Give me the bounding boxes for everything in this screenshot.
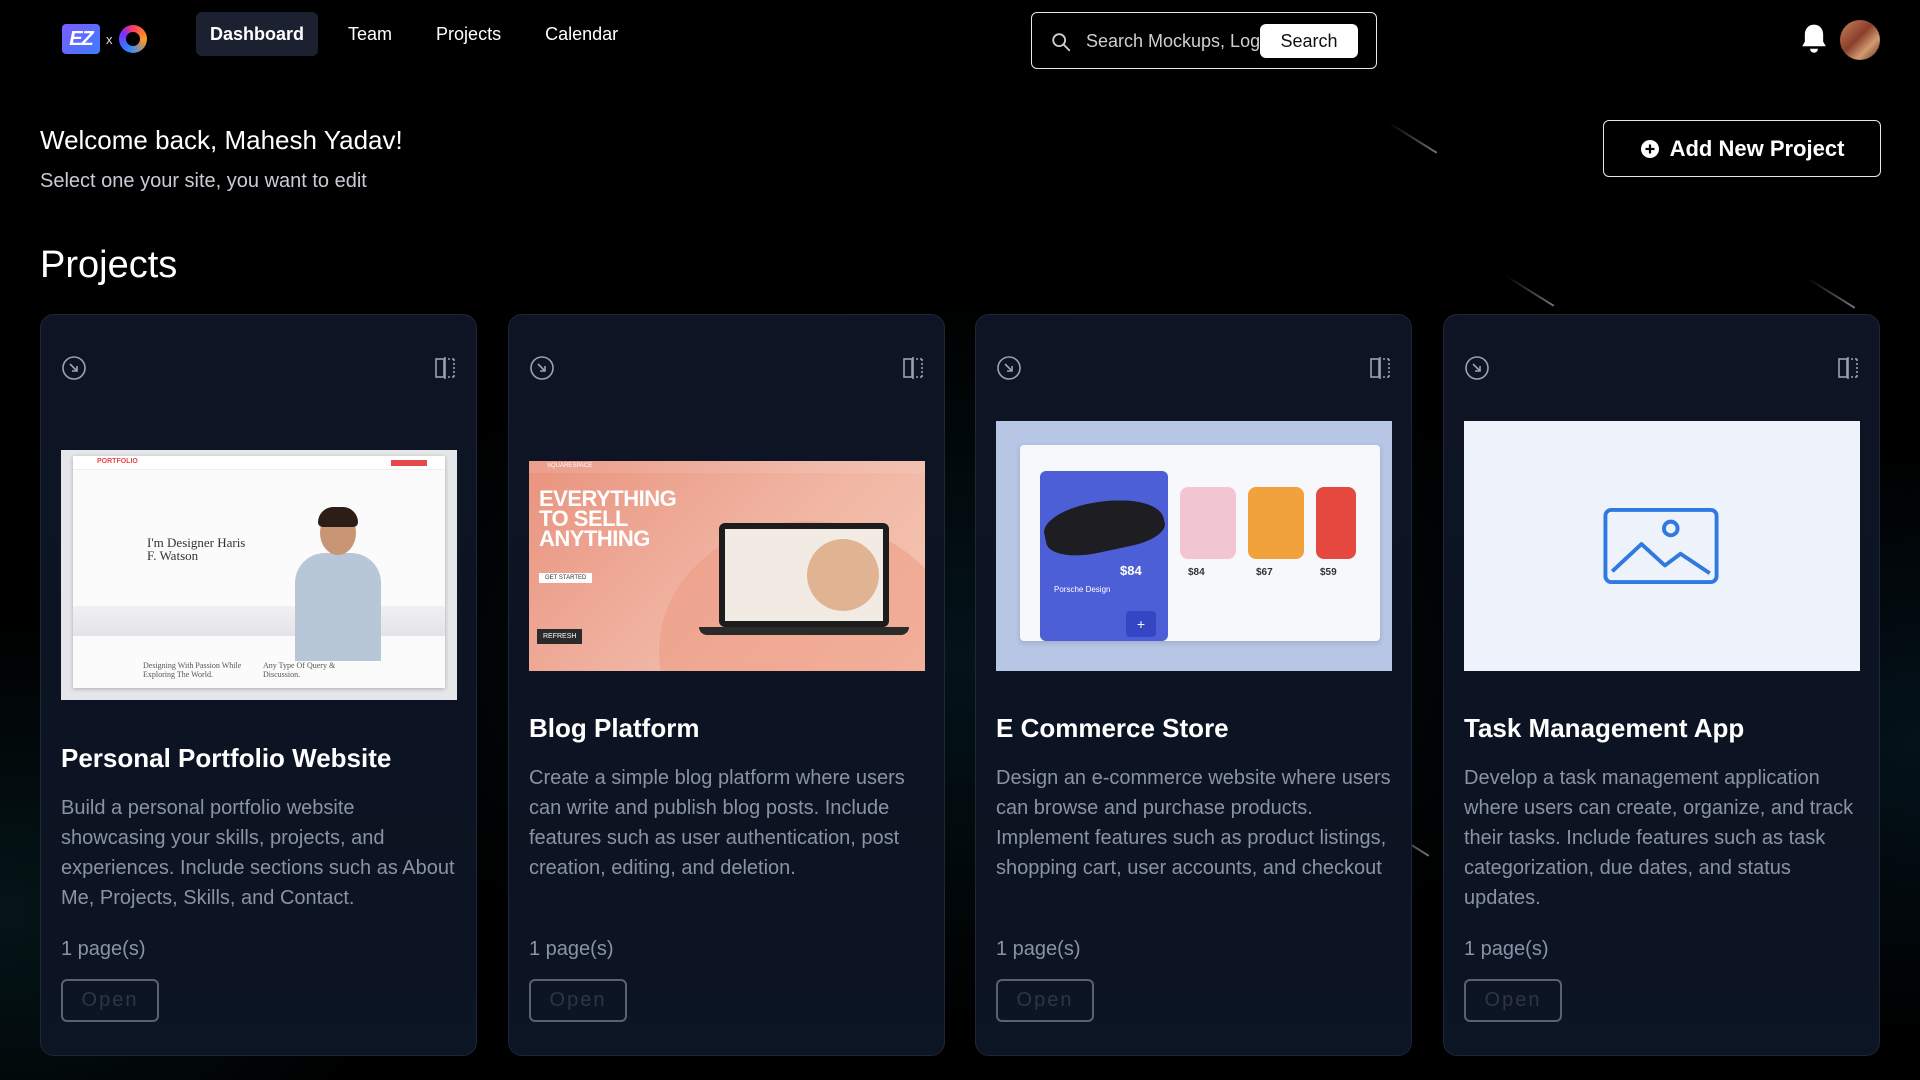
open-project-button[interactable]: Open (1464, 979, 1562, 1022)
decorative-streak (1388, 122, 1438, 154)
thumbnail-feature-card: $84 Porsche Design + (1040, 471, 1168, 641)
search-bar: Search (1031, 12, 1377, 69)
thumbnail-brand: PORTFOLIO (97, 458, 138, 465)
add-new-project-label: Add New Project (1669, 135, 1845, 161)
project-title: Personal Portfolio Website (61, 743, 392, 773)
project-title: Task Management App (1464, 713, 1745, 743)
feature-name: Porsche Design (1054, 585, 1111, 594)
product-price: $59 (1320, 567, 1337, 578)
thumbnail-laptop (719, 523, 889, 627)
product-tile (1180, 487, 1236, 559)
project-page-count: 1 page(s) (1464, 938, 1549, 960)
search-button[interactable]: Search (1260, 24, 1358, 58)
project-card-blog[interactable]: SQUARESPACE EVERYTHING TO SELL ANYTHING … (508, 314, 945, 1056)
search-input[interactable] (1086, 27, 1286, 55)
nav-links: Dashboard Team Projects Calendar (196, 12, 632, 56)
product-price: $67 (1256, 567, 1273, 578)
compare-icon[interactable] (434, 356, 456, 380)
project-card-portfolio[interactable]: PORTFOLIO I'm Designer Haris F. Watson D… (40, 314, 477, 1056)
project-description: Design an e-commerce website where users… (996, 767, 1391, 879)
plus-circle-icon (1640, 139, 1659, 158)
search-icon (1052, 33, 1071, 52)
thumbnail-panel: $84 Porsche Design + $84 $67 $59 (1020, 445, 1380, 641)
thumbnail-footer-left: Designing With Passion While Exploring T… (143, 661, 242, 679)
project-title: E Commerce Store (996, 713, 1229, 743)
open-arrow-icon[interactable] (61, 355, 87, 381)
project-page-count: 1 page(s) (529, 938, 614, 960)
open-project-button[interactable]: Open (61, 979, 159, 1022)
ez-logo-mark: EZ (62, 24, 100, 54)
project-thumbnail: PORTFOLIO I'm Designer Haris F. Watson D… (61, 450, 457, 700)
thumbnail-person (293, 507, 383, 661)
product-tile (1248, 487, 1304, 559)
notification-bell-icon[interactable] (1798, 22, 1830, 56)
partner-logo-icon (118, 25, 147, 53)
laptop-base (699, 627, 909, 635)
thumbnail-cta: GET STARTED (539, 573, 593, 583)
open-project-button[interactable]: Open (529, 979, 627, 1022)
person-hair (318, 507, 358, 527)
product-tile (1316, 487, 1356, 559)
user-avatar[interactable] (1840, 20, 1880, 60)
thumbnail-page: PORTFOLIO I'm Designer Haris F. Watson D… (73, 456, 445, 688)
nav-link-calendar[interactable]: Calendar (531, 12, 632, 56)
thumbnail-footer-right: Any Type Of Query & Discussion. (263, 661, 336, 679)
welcome-title: Welcome back, Mahesh Yadav! (40, 125, 403, 155)
open-arrow-icon[interactable] (996, 355, 1022, 381)
person-body (295, 553, 381, 661)
decorative-streak (1505, 275, 1555, 307)
project-title: Blog Platform (529, 713, 700, 743)
thumbnail-cta (391, 460, 427, 466)
project-page-count: 1 page(s) (996, 938, 1081, 960)
projects-heading: Projects (40, 244, 178, 286)
project-thumbnail (1464, 421, 1860, 671)
project-thumbnail: SQUARESPACE EVERYTHING TO SELL ANYTHING … (529, 461, 925, 671)
nav-link-team[interactable]: Team (334, 12, 406, 56)
compare-icon[interactable] (902, 356, 924, 380)
top-navbar: EZ x Dashboard Team Projects Calendar Se… (0, 0, 1920, 80)
thumbnail-brand: SQUARESPACE (547, 463, 593, 469)
feature-price: $84 (1120, 563, 1142, 578)
thumbnail-badge: REFRESH (537, 629, 583, 644)
compare-icon[interactable] (1369, 356, 1391, 380)
image-placeholder-icon (1603, 507, 1719, 585)
thumbnail-headline: I'm Designer Haris F. Watson (147, 535, 246, 563)
app-logo[interactable]: EZ x (62, 22, 162, 56)
thumbnail-headline: EVERYTHING TO SELL ANYTHING (539, 486, 677, 551)
feature-add-button: + (1126, 611, 1156, 637)
project-card-ecommerce[interactable]: $84 Porsche Design + $84 $67 $59 E Comme… (975, 314, 1412, 1056)
project-description: Develop a task management application wh… (1464, 767, 1854, 909)
open-arrow-icon[interactable] (1464, 355, 1490, 381)
open-arrow-icon[interactable] (529, 355, 555, 381)
project-page-count: 1 page(s) (61, 938, 146, 960)
project-description: Create a simple blog platform where user… (529, 767, 905, 879)
project-card-task-management[interactable]: Task Management App Develop a task manag… (1443, 314, 1880, 1056)
project-description: Build a personal portfolio website showc… (61, 797, 455, 909)
laptop-screen (725, 529, 883, 621)
shoe-image (1040, 489, 1168, 563)
thumbnail-wave (73, 606, 445, 636)
thumbnail-navbar: SQUARESPACE (529, 461, 925, 473)
compare-icon[interactable] (1837, 356, 1859, 380)
welcome-subtitle: Select one your site, you want to edit (40, 170, 367, 192)
nav-link-dashboard[interactable]: Dashboard (196, 12, 319, 56)
laptop-circle (807, 539, 879, 611)
project-thumbnail: $84 Porsche Design + $84 $67 $59 (996, 421, 1392, 671)
open-project-button[interactable]: Open (996, 979, 1094, 1022)
add-new-project-button[interactable]: Add New Project (1603, 120, 1881, 177)
thumbnail-navbar: PORTFOLIO (73, 456, 445, 470)
decorative-streak (1806, 277, 1856, 309)
nav-link-projects[interactable]: Projects (422, 12, 515, 56)
product-price: $84 (1188, 567, 1205, 578)
logo-separator: x (106, 31, 113, 47)
